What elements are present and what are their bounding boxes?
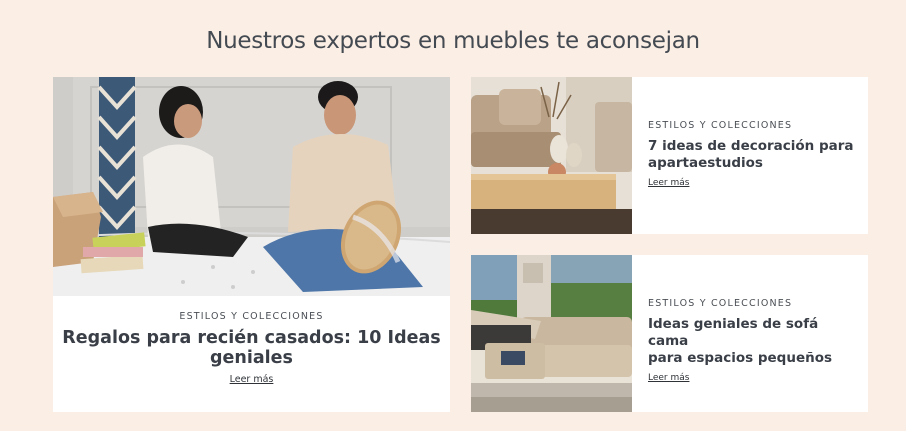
read-more-link[interactable]: Leer más: [230, 374, 274, 385]
article-card-decor-ideas[interactable]: ESTILOS Y COLECCIONES 7 ideas de decorac…: [471, 77, 868, 234]
article-card-sofa-bed[interactable]: ESTILOS Y COLECCIONES Ideas geniales de …: [471, 255, 868, 412]
article-image-couple[interactable]: [53, 77, 450, 296]
article-image-living-room[interactable]: [471, 77, 632, 234]
article-category: ESTILOS Y COLECCIONES: [179, 311, 324, 322]
read-more-link[interactable]: Leer más: [648, 178, 689, 188]
section-title: Nuestros expertos en muebles te aconseja…: [206, 28, 700, 54]
article-title-line: apartaestudios: [648, 155, 763, 171]
article-card-gifts[interactable]: ESTILOS Y COLECCIONES Regalos para recié…: [53, 77, 450, 412]
article-title-line: 7 ideas de decoración para: [648, 138, 854, 154]
article-category: ESTILOS Y COLECCIONES: [648, 120, 793, 131]
article-title-line: Ideas geniales de sofá cama: [648, 316, 819, 349]
article-title[interactable]: 7 ideas de decoración para apartaestudio…: [648, 138, 858, 172]
article-title[interactable]: Ideas geniales de sofá cama para espacio…: [648, 316, 858, 367]
read-more-link[interactable]: Leer más: [648, 373, 689, 383]
article-title-line: para espacios pequeños: [648, 350, 833, 366]
article-image-sofa-bed[interactable]: [471, 255, 632, 412]
article-category: ESTILOS Y COLECCIONES: [648, 298, 793, 309]
article-title[interactable]: Regalos para recién casados: 10 Ideas ge…: [53, 328, 450, 368]
